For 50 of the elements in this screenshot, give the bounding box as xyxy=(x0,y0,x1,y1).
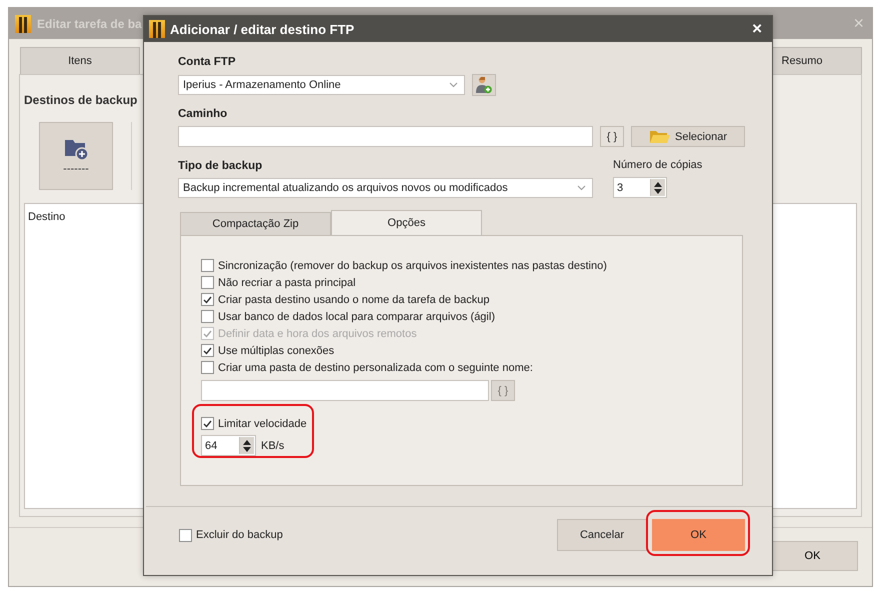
section-heading: Destinos de backup xyxy=(24,93,138,107)
checkbox[interactable] xyxy=(201,259,214,272)
folder-icon xyxy=(649,130,671,144)
checkbox[interactable] xyxy=(201,310,214,323)
field-label: Conta FTP xyxy=(178,56,236,68)
tab[interactable]: Opções xyxy=(331,210,482,235)
checkbox-label: Criar pasta destino usando o nome da tarefa de backup xyxy=(218,294,490,306)
checkbox-label: Usar banco de dados local para comparar arquivos (ágil) xyxy=(218,310,495,322)
tab[interactable]: Compactação Zip xyxy=(180,212,331,235)
checkbox[interactable] xyxy=(201,361,214,374)
checkbox-label: Não recriar a pasta principal xyxy=(218,276,356,288)
dialog-title: Adicionar / editar destino FTP xyxy=(170,22,354,36)
checkbox[interactable] xyxy=(179,528,192,542)
copies-spinbox[interactable]: 3 xyxy=(613,177,667,198)
unit-label: KB/s xyxy=(261,440,284,452)
checkbox-label: Sincronização (remover do backup os arquivos inexistentes nas pastas destino) xyxy=(218,260,607,272)
spin-arrows-icon[interactable] xyxy=(239,437,254,454)
chevron-down-icon xyxy=(577,185,586,191)
checkbox[interactable] xyxy=(201,276,214,289)
folder-add-icon xyxy=(63,137,89,161)
account-dropdown[interactable]: Iperius - Armazenamento Online xyxy=(178,75,465,95)
backup-type-dropdown[interactable]: Backup incremental atualizando os arquivos novos ou modificados xyxy=(178,178,593,198)
folder-name-field[interactable] xyxy=(201,380,489,401)
field-label: Caminho xyxy=(178,108,228,120)
add-account-button[interactable] xyxy=(472,74,496,96)
path-field[interactable] xyxy=(178,126,593,147)
add-destination-button[interactable]: ------- xyxy=(39,122,113,190)
checkbox-label: Definir data e hora dos arquivos remotos xyxy=(218,328,417,340)
checkbox-label: Use múltiplas conexões xyxy=(218,344,334,356)
select-button[interactable]: Selecionar xyxy=(631,126,745,147)
column-header: Destino xyxy=(27,210,66,225)
spin-arrows-icon[interactable] xyxy=(650,179,665,196)
speed-spinbox[interactable]: 64 xyxy=(201,435,256,456)
cancel-button[interactable]: Cancelar xyxy=(557,519,647,551)
variables-button[interactable]: { } xyxy=(600,126,624,147)
field-label: Tipo de backup xyxy=(178,160,264,172)
ok-button[interactable]: OK xyxy=(652,519,745,551)
app-logo-icon xyxy=(15,14,31,32)
close-icon[interactable]: × xyxy=(752,19,762,39)
tab[interactable]: Itens xyxy=(20,47,140,74)
checkbox[interactable] xyxy=(201,417,214,430)
checkbox[interactable] xyxy=(201,293,214,306)
checkbox-label: Criar uma pasta de destino personalizada com o seguinte nome: xyxy=(218,362,533,374)
field-label: Número de cópias xyxy=(613,159,702,171)
chevron-down-icon xyxy=(449,82,458,88)
user-add-icon xyxy=(476,76,492,94)
app-logo-icon xyxy=(149,20,165,38)
checkbox[interactable] xyxy=(201,344,214,357)
checkbox-label: Limitar velocidade xyxy=(218,418,307,430)
checkbox-label: Excluir do backup xyxy=(196,529,283,541)
